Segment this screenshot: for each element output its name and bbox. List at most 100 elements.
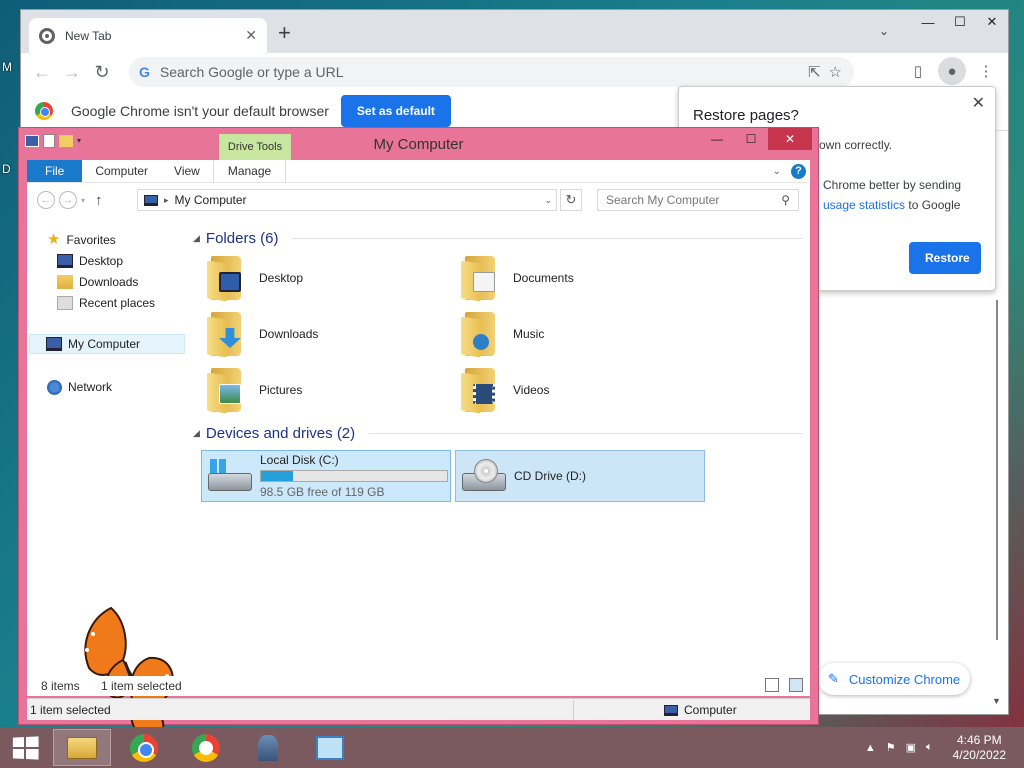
devices-group-header[interactable]: ◢ Devices and drives (2) [193, 425, 803, 442]
drive-cd-d[interactable]: CD Drive (D:) [455, 450, 705, 502]
back-arrow-icon[interactable]: ← [27, 57, 57, 87]
nav-network[interactable]: Network [47, 377, 112, 397]
customize-chrome-button[interactable]: ✎ Customize Chrome [818, 663, 970, 695]
restore-body-text: own correctly. [819, 138, 893, 152]
taskbar-network-app[interactable] [301, 729, 359, 766]
nav-favorites[interactable]: ★ Favorites [47, 230, 116, 250]
address-row: ← → ▾ ↑ ▸ My Computer ⌄ ↻ Search My Comp… [27, 182, 810, 218]
large-icons-view-icon[interactable] [789, 678, 803, 692]
desktop-icon-label[interactable]: M [2, 60, 12, 74]
folder-label: Music [513, 327, 545, 341]
tab-view[interactable]: View [161, 160, 213, 182]
scrollbar-thumb[interactable] [996, 300, 998, 640]
chess-pawn-icon [258, 734, 278, 761]
folder-music[interactable]: Music [461, 312, 545, 358]
chrome-scrollbar[interactable]: ▼ [990, 290, 1004, 708]
tab-search-chevron-icon[interactable]: ⌄ [879, 24, 889, 38]
up-arrow-icon[interactable]: ↑ [95, 192, 103, 209]
chrome-window-controls: — ☐ ✕ [912, 10, 1008, 34]
action-center-flag-icon[interactable]: ⚑ [886, 741, 896, 754]
tab-manage[interactable]: Manage [212, 160, 287, 182]
tab-file[interactable]: File [27, 160, 83, 182]
volume-muted-icon[interactable]: 🔈︎ [926, 741, 933, 754]
recent-locations-chevron-icon[interactable]: ▾ [81, 196, 85, 205]
folder-documents[interactable]: Documents [461, 256, 574, 302]
show-hidden-icons-icon[interactable]: ▲ [865, 742, 876, 754]
share-icon[interactable]: ⇱ [808, 63, 821, 81]
nav-desktop[interactable]: Desktop [57, 251, 123, 271]
taskbar-lock-app[interactable] [177, 729, 235, 766]
omnibox[interactable]: G Search Google or type a URL ⇱ ☆ [129, 57, 854, 87]
address-dropdown-icon[interactable]: ⌄ [544, 195, 556, 206]
folder-pictures[interactable]: Pictures [207, 368, 303, 414]
restore-close-icon[interactable]: ✕ [972, 93, 985, 113]
restore-usage-line: Chrome better by sending [823, 178, 962, 192]
taskbar-explorer[interactable] [53, 729, 111, 766]
refresh-icon[interactable]: ↻ [560, 189, 582, 211]
taskbar-chess-app[interactable] [239, 729, 297, 766]
desktop-icon-label[interactable]: D [2, 162, 11, 176]
group-divider [292, 238, 803, 239]
computer-icon [664, 704, 678, 716]
expand-ribbon-chevron-icon[interactable]: ⌄ [773, 166, 781, 177]
google-g-icon: G [139, 64, 150, 80]
folder-label: Pictures [259, 383, 303, 397]
folder-downloads[interactable]: Downloads [207, 312, 318, 358]
lock-app-icon [192, 733, 220, 762]
chrome-tabstrip: New Tab ✕ + ⌄ — ☐ ✕ [21, 10, 1008, 53]
scroll-down-arrow-icon[interactable]: ▼ [992, 696, 1001, 706]
downloads-folder-icon [57, 275, 73, 289]
set-as-default-button[interactable]: Set as default [340, 94, 451, 127]
forward-arrow-icon[interactable]: → [57, 57, 87, 87]
restore-button[interactable]: Restore [909, 242, 981, 274]
status-row: 8 items 1 item selected [27, 676, 810, 696]
tab-close-icon[interactable]: ✕ [245, 27, 257, 44]
maximize-button[interactable]: ☐ [734, 128, 768, 150]
nav-recent-places[interactable]: Recent places [57, 293, 155, 313]
help-icon[interactable]: ? [791, 163, 806, 179]
back-arrow-icon[interactable]: ← [37, 191, 55, 209]
downloads-folder-icon [207, 312, 245, 358]
drive-local-disk-c[interactable]: Local Disk (C:) 98.5 GB free of 119 GB [201, 450, 451, 502]
usage-statistics-link[interactable]: usage statistics [823, 198, 905, 212]
taskbar-chrome[interactable] [115, 729, 173, 766]
breadcrumb-my-computer[interactable]: My Computer [175, 193, 247, 207]
maximize-button[interactable]: ☐ [944, 10, 976, 34]
forward-arrow-icon[interactable]: → [59, 191, 77, 209]
start-button[interactable] [0, 727, 50, 768]
breadcrumb-separator-icon[interactable]: ▸ [164, 195, 169, 206]
nav-downloads[interactable]: Downloads [57, 272, 138, 292]
infobar-message: Google Chrome isn't your default browser [71, 102, 329, 119]
minimize-button[interactable]: — [700, 128, 734, 150]
close-button[interactable]: ✕ [976, 10, 1008, 34]
folders-group-header[interactable]: ◢ Folders (6) [193, 230, 803, 247]
chrome-menu-icon[interactable]: ⋮ [972, 57, 1000, 85]
folder-label: Documents [513, 271, 574, 285]
folders-header-label: Folders (6) [205, 230, 279, 247]
address-bar[interactable]: ▸ My Computer ⌄ [137, 189, 557, 211]
clock[interactable]: 4:46 PM 4/20/2022 [953, 733, 1006, 763]
computer-icon [46, 337, 62, 351]
collapse-chevron-icon[interactable]: ◢ [193, 233, 200, 244]
explorer-title: My Computer [373, 136, 464, 153]
bookmark-star-icon[interactable]: ☆ [829, 63, 842, 81]
folder-desktop[interactable]: Desktop [207, 256, 303, 302]
minimize-button[interactable]: — [912, 10, 944, 34]
network-status-icon[interactable]: ▣ [906, 741, 916, 754]
folder-label: Videos [513, 383, 550, 397]
tab-computer[interactable]: Computer [82, 160, 161, 182]
tab-new-tab[interactable]: New Tab ✕ [29, 18, 267, 53]
new-tab-button[interactable]: + [278, 22, 291, 44]
search-placeholder: Search My Computer [606, 193, 720, 207]
close-button[interactable]: ✕ [768, 128, 812, 150]
ribbon-tabs: File Computer View Manage ⌄ ? [27, 160, 810, 182]
folder-videos[interactable]: Videos [461, 368, 550, 414]
side-panel-icon[interactable]: ▯ [904, 57, 932, 85]
search-input[interactable]: Search My Computer ⚲ [597, 189, 799, 211]
search-icon[interactable]: ⚲ [781, 193, 790, 207]
details-view-icon[interactable] [765, 678, 779, 692]
nav-my-computer[interactable]: My Computer [29, 334, 185, 354]
reload-icon[interactable]: ↻ [87, 57, 117, 87]
collapse-chevron-icon[interactable]: ◢ [193, 428, 200, 439]
profile-avatar-icon[interactable]: ● [938, 57, 966, 85]
